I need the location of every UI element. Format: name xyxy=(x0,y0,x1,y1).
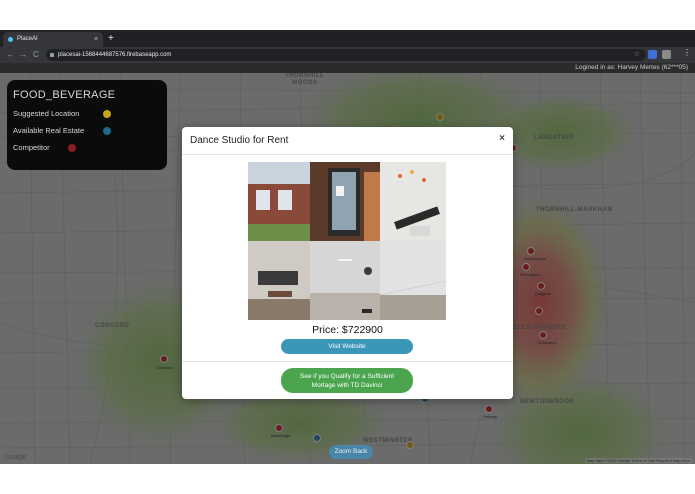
legend-item-competitor: Competitor xyxy=(13,142,161,159)
close-icon[interactable]: × xyxy=(499,133,505,144)
modal-header: Dance Studio for Rent × xyxy=(182,127,513,155)
legend-item-suggested: Suggested Location xyxy=(13,108,161,125)
logged-in-status: Logined in as: Harvey Mertes (62***05) xyxy=(575,64,688,71)
new-tab-button[interactable]: + xyxy=(108,30,114,47)
tab-title: PlaceAI xyxy=(17,36,38,42)
qualify-button-line2: Mortage with TD Davinci xyxy=(311,381,383,389)
listing-price: Price: $722900 xyxy=(312,324,383,336)
user-bar: Logined in as: Harvey Mertes (62***05) xyxy=(0,63,695,73)
zoom-back-button[interactable]: Zoom Back xyxy=(329,445,373,459)
browser-menu-icon[interactable]: ⋮ xyxy=(683,48,691,57)
browser-tab[interactable]: PlaceAI × xyxy=(3,32,103,47)
listing-photo-dance-floor xyxy=(380,241,446,320)
legend-title: FOOD_BEVERAGE xyxy=(13,89,116,101)
favicon-icon xyxy=(8,37,13,42)
listing-photo-lounge xyxy=(248,241,310,320)
address-bar: ← → C placesai-1568444687576.firebaseapp… xyxy=(0,47,695,63)
divider xyxy=(182,361,513,362)
close-tab-icon[interactable]: × xyxy=(94,32,98,47)
mortgage-qualify-button[interactable]: See if you Qualify for a Sufficient Mort… xyxy=(281,368,413,393)
extension-icon[interactable] xyxy=(648,50,657,59)
listing-photo-office xyxy=(380,162,446,241)
visit-website-button[interactable]: Visit Website xyxy=(281,339,413,354)
legend-dot-suggested xyxy=(103,110,111,118)
legend-label: Available Real Estate xyxy=(13,126,85,135)
bookmark-star-icon[interactable]: ☆ xyxy=(634,49,640,61)
lock-icon xyxy=(50,53,54,57)
url-text: placesai-1568444687576.firebaseapp.com xyxy=(58,52,172,58)
url-input[interactable]: placesai-1568444687576.firebaseapp.com ☆ xyxy=(46,49,646,61)
legend-label: Suggested Location xyxy=(13,109,80,118)
legend-item-real-estate: Available Real Estate xyxy=(13,125,161,142)
modal-title: Dance Studio for Rent xyxy=(190,135,289,146)
listing-photo-studio-room xyxy=(310,241,380,320)
profile-avatar-icon[interactable] xyxy=(662,50,671,59)
legend-panel: FOOD_BEVERAGE Suggested Location Availab… xyxy=(7,80,167,170)
listing-photo-exterior xyxy=(248,162,310,241)
forward-button[interactable]: → xyxy=(19,49,27,61)
listing-photo-grid[interactable] xyxy=(248,162,446,320)
back-button[interactable]: ← xyxy=(6,49,14,61)
listing-photo-entrance xyxy=(310,162,380,241)
page: PlaceAI × + ← → C placesai-1568444687576… xyxy=(0,0,695,494)
browser-tab-bar: PlaceAI × + xyxy=(0,30,695,47)
qualify-button-line1: See if you Qualify for a Sufficient xyxy=(299,372,395,380)
legend-dot-competitor xyxy=(68,144,76,152)
reload-button[interactable]: C xyxy=(33,49,39,61)
legend-dot-real-estate xyxy=(103,127,111,135)
listing-modal: Dance Studio for Rent × Price: $722900 V… xyxy=(182,127,513,399)
legend-label: Competitor xyxy=(13,143,50,152)
